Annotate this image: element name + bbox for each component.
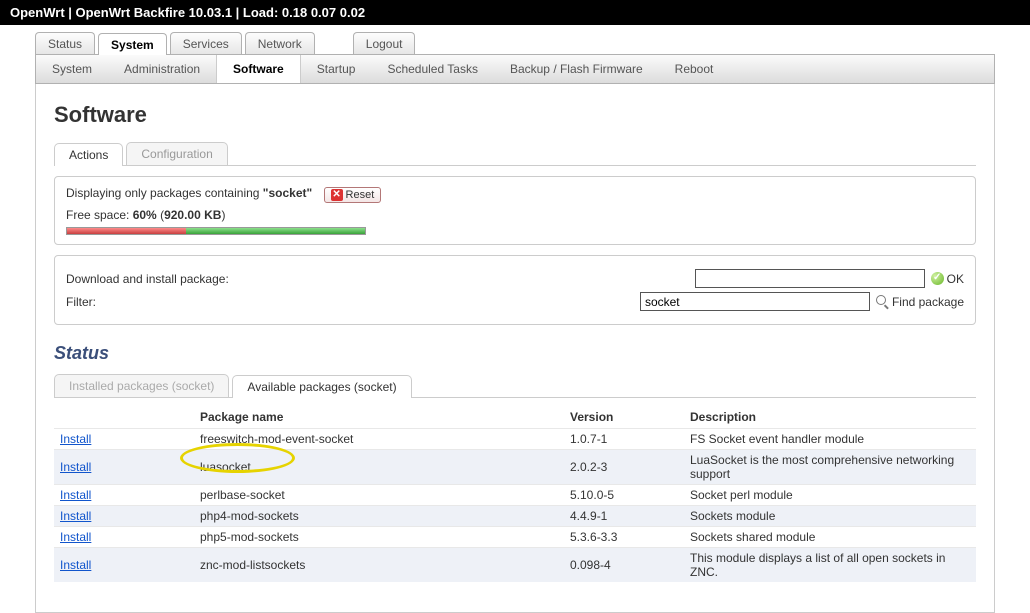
free-space-pct: 60% (133, 208, 157, 222)
disk-bar-free (186, 228, 365, 234)
install-link[interactable]: Install (60, 558, 91, 572)
page-title: Software (54, 102, 976, 128)
reset-icon: ✕ (331, 189, 343, 201)
sub-nav: SystemAdministrationSoftwareStartupSched… (35, 55, 995, 84)
subnav-startup[interactable]: Startup (301, 55, 372, 83)
cell-description: Socket perl module (684, 485, 976, 506)
download-label: Download and install package: (66, 272, 229, 286)
primary-tabs: StatusSystemServicesNetwork Logout (35, 32, 995, 55)
subnav-scheduled-tasks[interactable]: Scheduled Tasks (371, 55, 494, 83)
filter-row: Filter: Find package (66, 292, 964, 311)
install-link[interactable]: Install (60, 460, 91, 474)
cell-package-name: php4-mod-sockets (194, 506, 564, 527)
tab-available-packages[interactable]: Available packages (socket) (232, 375, 411, 398)
cell-description: This module displays a list of all open … (684, 548, 976, 583)
tab-configuration[interactable]: Configuration (126, 142, 227, 165)
table-row: Install perlbase-socket5.10.0-5Socket per… (54, 485, 976, 506)
cell-version: 1.0.7-1 (564, 429, 684, 450)
col-version: Version (564, 406, 684, 429)
packages-table: Package name Version Description Install… (54, 406, 976, 582)
header-text: OpenWrt | OpenWrt Backfire 10.03.1 | Loa… (10, 5, 365, 20)
col-name: Package name (194, 406, 564, 429)
cell-package-name: php5-mod-sockets (194, 527, 564, 548)
logout-tab[interactable]: Logout (353, 32, 416, 54)
cell-version: 2.0.2-3 (564, 450, 684, 485)
package-tabset: Installed packages (socket) Available pa… (54, 374, 976, 398)
install-link[interactable]: Install (60, 509, 91, 523)
tab-actions[interactable]: Actions (54, 143, 123, 166)
filter-tabset: Actions Configuration (54, 142, 976, 166)
cell-package-name: perlbase-socket (194, 485, 564, 506)
table-row: Install php4-mod-sockets4.4.9-1Sockets mo… (54, 506, 976, 527)
cell-description: LuaSocket is the most comprehensive netw… (684, 450, 976, 485)
subnav-software[interactable]: Software (216, 55, 301, 83)
subnav-administration[interactable]: Administration (108, 55, 216, 83)
main-tab-services[interactable]: Services (170, 32, 242, 54)
table-row: Install freeswitch-mod-event-socket1.0.7-… (54, 429, 976, 450)
ok-button[interactable]: ✓ OK (931, 272, 964, 286)
displaying-term: "socket" (263, 186, 312, 200)
col-action (54, 406, 194, 429)
filter-label: Filter: (66, 295, 96, 309)
subnav-system[interactable]: System (36, 55, 108, 83)
cell-version: 5.3.6-3.3 (564, 527, 684, 548)
subnav-backup-flash-firmware[interactable]: Backup / Flash Firmware (494, 55, 659, 83)
download-panel: Download and install package: ✓ OK Filte… (54, 255, 976, 325)
table-row: Install znc-mod-listsockets0.098-4This mo… (54, 548, 976, 583)
tab-installed-packages[interactable]: Installed packages (socket) (54, 374, 229, 397)
ok-icon: ✓ (931, 272, 944, 285)
find-label: Find package (892, 295, 964, 309)
col-description: Description (684, 406, 976, 429)
cell-version: 0.098-4 (564, 548, 684, 583)
disk-bar (66, 227, 366, 235)
download-input[interactable] (695, 269, 925, 288)
table-row: Install luasocket2.0.2-3LuaSocket is the … (54, 450, 976, 485)
free-space-prefix: Free space: (66, 208, 133, 222)
cell-package-name: luasocket (194, 450, 564, 485)
subnav-reboot[interactable]: Reboot (659, 55, 730, 83)
main-tab-status[interactable]: Status (35, 32, 95, 54)
displaying-line: Displaying only packages containing "soc… (66, 186, 964, 203)
ok-label: OK (947, 272, 964, 286)
cell-description: Sockets module (684, 506, 976, 527)
reset-label: Reset (346, 189, 375, 201)
cell-version: 4.4.9-1 (564, 506, 684, 527)
download-row: Download and install package: ✓ OK (66, 269, 964, 288)
disk-bar-used (67, 228, 186, 234)
page-content: Software Actions Configuration Displayin… (35, 84, 995, 613)
install-link[interactable]: Install (60, 530, 91, 544)
main-tab-system[interactable]: System (98, 33, 167, 55)
filter-input[interactable] (640, 292, 870, 311)
top-header-bar: OpenWrt | OpenWrt Backfire 10.03.1 | Loa… (0, 0, 1030, 25)
cell-version: 5.10.0-5 (564, 485, 684, 506)
cell-package-name: freeswitch-mod-event-socket (194, 429, 564, 450)
displaying-prefix: Displaying only packages containing (66, 186, 263, 200)
filter-panel: Displaying only packages containing "soc… (54, 176, 976, 245)
cell-description: FS Socket event handler module (684, 429, 976, 450)
free-space-line: Free space: 60% (920.00 KB) (66, 208, 964, 222)
packages-container: Package name Version Description Install… (54, 406, 976, 582)
install-link[interactable]: Install (60, 432, 91, 446)
free-space-size: 920.00 KB (164, 208, 221, 222)
status-heading: Status (54, 343, 976, 364)
find-package-button[interactable]: Find package (876, 295, 964, 309)
search-icon (876, 295, 889, 308)
main-tab-network[interactable]: Network (245, 32, 315, 54)
cell-package-name: znc-mod-listsockets (194, 548, 564, 583)
table-row: Install php5-mod-sockets5.3.6-3.3Sockets … (54, 527, 976, 548)
reset-button[interactable]: ✕ Reset (324, 187, 382, 203)
install-link[interactable]: Install (60, 488, 91, 502)
cell-description: Sockets shared module (684, 527, 976, 548)
